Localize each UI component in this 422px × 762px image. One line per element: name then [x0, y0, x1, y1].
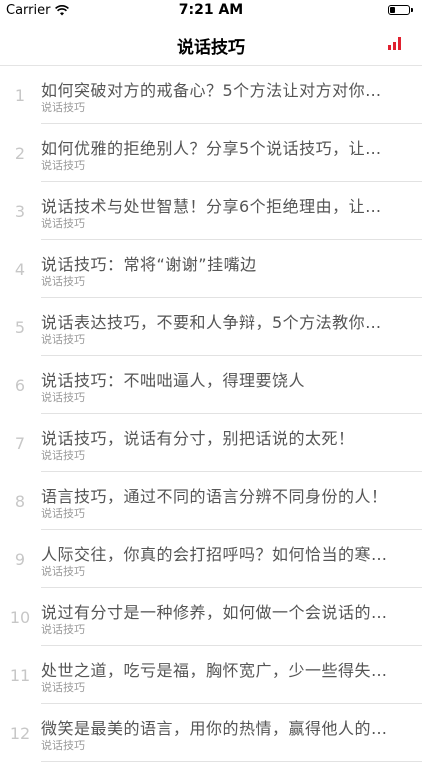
row-index: 11 [9, 666, 31, 685]
row-index: 12 [9, 724, 31, 743]
list-item[interactable]: 5 说话表达技巧，不要和人争辩，5个方法教你… 说话技巧 [0, 298, 422, 356]
list-item[interactable]: 10 说过有分寸是一种修养，如何做一个会说话的… 说话技巧 [0, 588, 422, 646]
status-time: 7:21 AM [178, 2, 244, 18]
list-item[interactable]: 12 微笑是最美的语言，用你的热情，赢得他人的… 说话技巧 [0, 704, 422, 762]
article-category: 说话技巧 [41, 333, 85, 346]
row-index: 3 [14, 202, 26, 221]
article-title: 人际交往，你真的会打招呼吗？如何恰当的寒… [41, 545, 388, 564]
article-category: 说话技巧 [41, 217, 85, 230]
article-title: 说过有分寸是一种修养，如何做一个会说话的… [41, 603, 388, 622]
article-category: 说话技巧 [41, 623, 85, 636]
article-title: 如何突破对方的戒备心？5个方法让对方对你… [41, 81, 382, 100]
page-title: 说话技巧 [177, 38, 245, 58]
list-item[interactable]: 1 如何突破对方的戒备心？5个方法让对方对你… 说话技巧 [0, 66, 422, 124]
list-item[interactable]: 4 说话技巧：常将“谢谢”挂嘴边 说话技巧 [0, 240, 422, 298]
article-title: 说话表达技巧，不要和人争辩，5个方法教你… [41, 313, 382, 332]
list-item[interactable]: 2 如何优雅的拒绝别人？分享5个说话技巧，让… 说话技巧 [0, 124, 422, 182]
row-index: 8 [14, 492, 26, 511]
article-category: 说话技巧 [41, 565, 85, 578]
list-item[interactable]: 11 处世之道，吃亏是福，胸怀宽广，少一些得失… 说话技巧 [0, 646, 422, 704]
row-index: 1 [14, 86, 26, 105]
article-title: 微笑是最美的语言，用你的热情，赢得他人的… [41, 719, 388, 738]
article-title: 说话技术与处世智慧！分享6个拒绝理由，让… [41, 197, 382, 216]
row-index: 4 [14, 260, 26, 279]
bar-chart-icon[interactable] [388, 36, 404, 50]
article-title: 如何优雅的拒绝别人？分享5个说话技巧，让… [41, 139, 382, 158]
list-item[interactable]: 7 说话技巧，说话有分寸，别把话说的太死！ 说话技巧 [0, 414, 422, 472]
list-item[interactable]: 3 说话技术与处世智慧！分享6个拒绝理由，让… 说话技巧 [0, 182, 422, 240]
article-title: 说话技巧，说话有分寸，别把话说的太死！ [41, 429, 355, 448]
battery-icon [388, 5, 413, 15]
status-bar: Carrier 7:21 AM [0, 0, 422, 22]
article-title: 处世之道，吃亏是福，胸怀宽广，少一些得失… [41, 661, 388, 680]
navigation-bar: 说话技巧 [0, 22, 422, 66]
article-category: 说话技巧 [41, 681, 85, 694]
article-title: 说话技巧：不咄咄逼人，得理要饶人 [41, 371, 306, 390]
article-category: 说话技巧 [41, 507, 85, 520]
article-title: 语言技巧，通过不同的语言分辨不同身份的人！ [41, 487, 388, 506]
article-list: 1 如何突破对方的戒备心？5个方法让对方对你… 说话技巧 2 如何优雅的拒绝别人？分享5… [0, 66, 422, 762]
row-index: 5 [14, 318, 26, 337]
row-index: 9 [14, 550, 26, 569]
list-item[interactable]: 6 说话技巧：不咄咄逼人，得理要饶人 说话技巧 [0, 356, 422, 414]
article-category: 说话技巧 [41, 391, 85, 404]
list-item[interactable]: 9 人际交往，你真的会打招呼吗？如何恰当的寒… 说话技巧 [0, 530, 422, 588]
row-index: 2 [14, 144, 26, 163]
article-category: 说话技巧 [41, 159, 85, 172]
article-category: 说话技巧 [41, 449, 85, 462]
article-title: 说话技巧：常将“谢谢”挂嘴边 [41, 255, 257, 274]
article-category: 说话技巧 [41, 275, 85, 288]
article-category: 说话技巧 [41, 101, 85, 114]
row-index: 10 [9, 608, 31, 627]
row-index: 7 [14, 434, 26, 453]
article-category: 说话技巧 [41, 739, 85, 752]
list-item[interactable]: 8 语言技巧，通过不同的语言分辨不同身份的人！ 说话技巧 [0, 472, 422, 530]
row-index: 6 [14, 376, 26, 395]
